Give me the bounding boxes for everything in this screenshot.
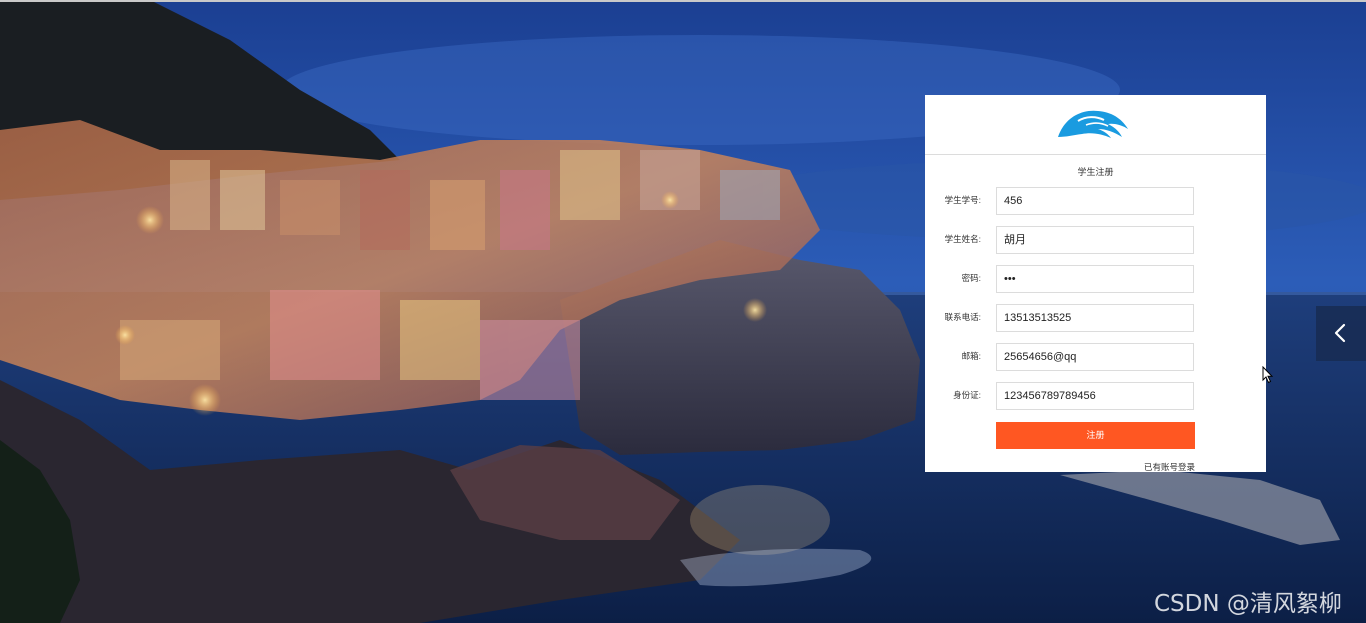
wave-hand-logo-icon: [1058, 110, 1128, 138]
email-input[interactable]: 25654656@qq: [996, 343, 1194, 371]
student-id-label: 学生学号:: [944, 195, 981, 205]
student-id-input[interactable]: 456: [996, 187, 1194, 215]
email-label: 邮箱:: [961, 351, 981, 361]
phone-label: 联系电话:: [944, 312, 981, 322]
phone-row: 联系电话: 13513513525: [925, 304, 1266, 332]
student-name-input[interactable]: 胡月: [996, 226, 1194, 254]
email-row: 邮箱: 25654656@qq: [925, 343, 1266, 371]
id-card-label: 身份证:: [953, 390, 981, 400]
register-button[interactable]: 注册: [996, 422, 1195, 449]
window-top-border: [0, 0, 1366, 2]
form-title: 学生注册: [1077, 167, 1114, 177]
id-card-row: 身份证: 123456789789456: [925, 382, 1266, 410]
chevron-left-icon: [1334, 323, 1346, 343]
password-input[interactable]: •••: [996, 265, 1194, 293]
student-name-label: 学生姓名:: [944, 234, 981, 244]
register-card: 学生注册 学生学号: 456 学生姓名: 胡月 密码: ••• 联系电话: 13…: [925, 95, 1266, 472]
id-card-input[interactable]: 123456789789456: [996, 382, 1194, 410]
student-name-row: 学生姓名: 胡月: [925, 226, 1266, 254]
student-id-row: 学生学号: 456: [925, 187, 1266, 215]
watermark-text: CSDN @清风絮柳: [1154, 591, 1342, 617]
mouse-cursor-icon: [1262, 366, 1274, 384]
side-toggle-button[interactable]: [1316, 306, 1366, 361]
logo-header: [925, 95, 1266, 155]
password-label: 密码:: [961, 273, 981, 283]
phone-input[interactable]: 13513513525: [996, 304, 1194, 332]
page-root: 学生注册 学生学号: 456 学生姓名: 胡月 密码: ••• 联系电话: 13…: [0, 0, 1366, 623]
password-row: 密码: •••: [925, 265, 1266, 293]
login-link[interactable]: 已有账号登录: [1144, 461, 1195, 473]
